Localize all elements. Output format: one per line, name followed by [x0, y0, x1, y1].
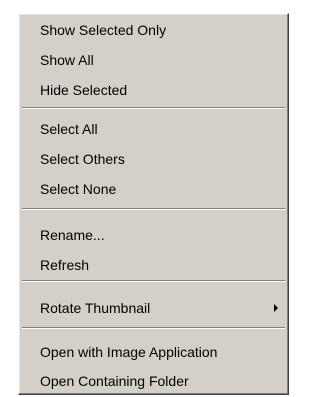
menu-item-show-all[interactable]: Show All — [19, 45, 288, 75]
menu-separator — [22, 280, 285, 282]
menu-item-rotate-thumbnail[interactable]: Rotate Thumbnail — [19, 293, 288, 323]
context-menu: Show Selected Only Show All Hide Selecte… — [18, 13, 289, 395]
menu-item-rename[interactable]: Rename... — [19, 220, 288, 250]
chevron-right-icon — [274, 304, 278, 312]
menu-item-select-all[interactable]: Select All — [19, 114, 288, 144]
menu-item-open-with-image-application[interactable]: Open with Image Application — [19, 337, 288, 367]
menu-item-hide-selected[interactable]: Hide Selected — [19, 75, 288, 105]
menu-item-select-others[interactable]: Select Others — [19, 144, 288, 174]
menu-item-select-none[interactable]: Select None — [19, 174, 288, 204]
menu-separator — [22, 208, 285, 210]
menu-separator — [22, 327, 285, 329]
menu-item-rotate-thumbnail-label: Rotate Thumbnail — [40, 300, 151, 316]
menu-item-refresh[interactable]: Refresh — [19, 250, 288, 280]
menu-separator — [22, 107, 285, 109]
menu-item-open-containing-folder[interactable]: Open Containing Folder — [19, 366, 288, 396]
menu-item-show-selected-only[interactable]: Show Selected Only — [19, 15, 288, 45]
